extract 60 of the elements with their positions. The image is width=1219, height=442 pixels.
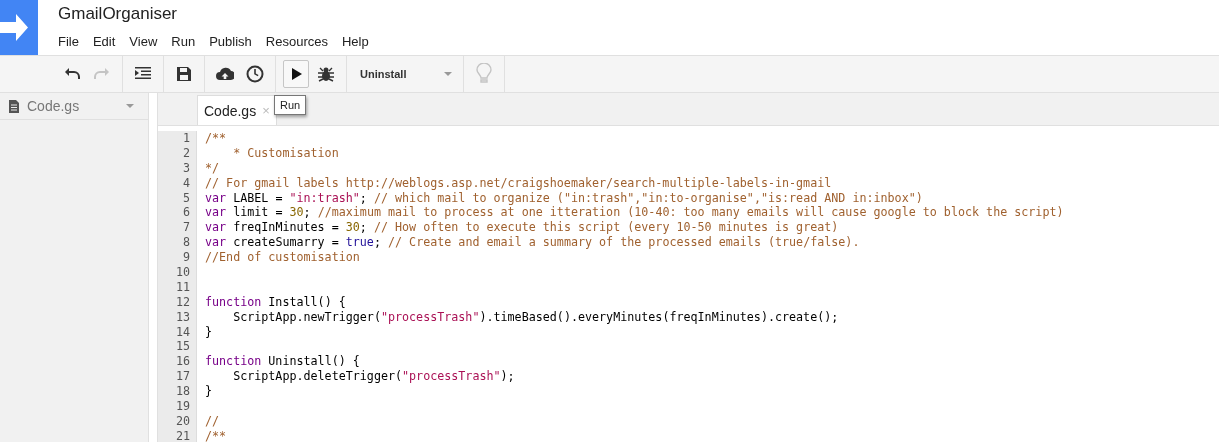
script-file-entry[interactable]: Code.gs [0, 93, 148, 120]
code-line: var freqInMinutes = 30; // How often to execute this script (every 10-50 minutes is great) [205, 220, 839, 235]
code-line: */ [205, 160, 220, 175]
code-line: function Uninstall() { [205, 354, 360, 369]
line-number: 18 [174, 384, 191, 400]
lightbulb-icon [475, 63, 493, 85]
run-button[interactable] [283, 60, 309, 88]
caret-icon [126, 104, 134, 108]
line-number: 6 [181, 205, 191, 221]
document-icon [9, 99, 19, 113]
menu-item[interactable]: Edit [92, 34, 116, 49]
project-title[interactable]: GmailOrganiser [58, 3, 369, 25]
caret-icon [444, 72, 452, 76]
line-number: 8 [181, 235, 191, 251]
line-number: 7 [181, 220, 191, 236]
menu-item[interactable]: File [58, 34, 79, 49]
code-line: // For gmail labels http://weblogs.asp.net/craigshoemaker/search-multiple-labels-in-gmail [205, 175, 832, 190]
menu-item[interactable]: Resources [265, 34, 328, 49]
code-line: ScriptApp.newTrigger("processTrash").timeBased().everyMinutes(freqInMinutes).create(); [232, 309, 839, 324]
line-number: 14 [174, 324, 191, 340]
cloud-upload-icon [216, 65, 234, 83]
code-line: function Install() { [205, 294, 346, 309]
line-number: 12 [174, 294, 191, 310]
code-line: // [205, 413, 220, 428]
code-line: var LABEL = "in:trash"; // which mail to organize ("in:trash","in:to-organise","is:read AND in:inbox") [205, 190, 923, 205]
line-number: 19 [174, 399, 191, 414]
code-line: * Customisation [232, 145, 339, 160]
line-number: 13 [174, 309, 191, 325]
app-logo[interactable] [0, 0, 38, 55]
line-number: 20 [174, 413, 191, 429]
code-line: //End of customisation [205, 250, 360, 265]
line-number: 10 [174, 265, 191, 280]
menu-item[interactable]: View [129, 34, 158, 49]
line-number: 1 [181, 131, 191, 146]
line-number: 5 [181, 190, 191, 206]
menu-item[interactable]: Help [341, 34, 369, 49]
code-line: var createSumarry = true; // Create and email a summary of the processed emails (true/false). [205, 235, 860, 250]
line-number: 3 [181, 160, 191, 176]
code-line: } [205, 384, 213, 399]
arrow-icon [0, 14, 28, 41]
code-line: } [205, 324, 213, 339]
line-number: 15 [174, 339, 191, 355]
line-number: 9 [181, 250, 191, 265]
line-number: 21 [174, 428, 191, 442]
code-line: ScriptApp.deleteTrigger("processTrash"); [232, 369, 515, 384]
file-tab[interactable]: Code.gs × [197, 95, 277, 125]
bug-icon [317, 65, 335, 83]
line-number: 2 [181, 145, 191, 161]
code-line: var limit = 30; //maximum mail to process at one itteration (10-40: too many emails will cause google to block the script) [205, 205, 1064, 220]
line-number: 16 [174, 354, 191, 370]
line-number: 11 [174, 279, 191, 295]
menu-item[interactable]: Publish [209, 34, 252, 49]
function-dropdown[interactable]: Uninstall [354, 61, 456, 87]
menu-item[interactable]: Run [171, 34, 196, 49]
code-line: /** [205, 131, 227, 145]
line-number: 17 [174, 369, 191, 385]
code-line: /** [205, 428, 227, 442]
tooltip: Run [274, 95, 307, 115]
line-number: 4 [181, 175, 191, 191]
clock-icon [246, 65, 264, 83]
